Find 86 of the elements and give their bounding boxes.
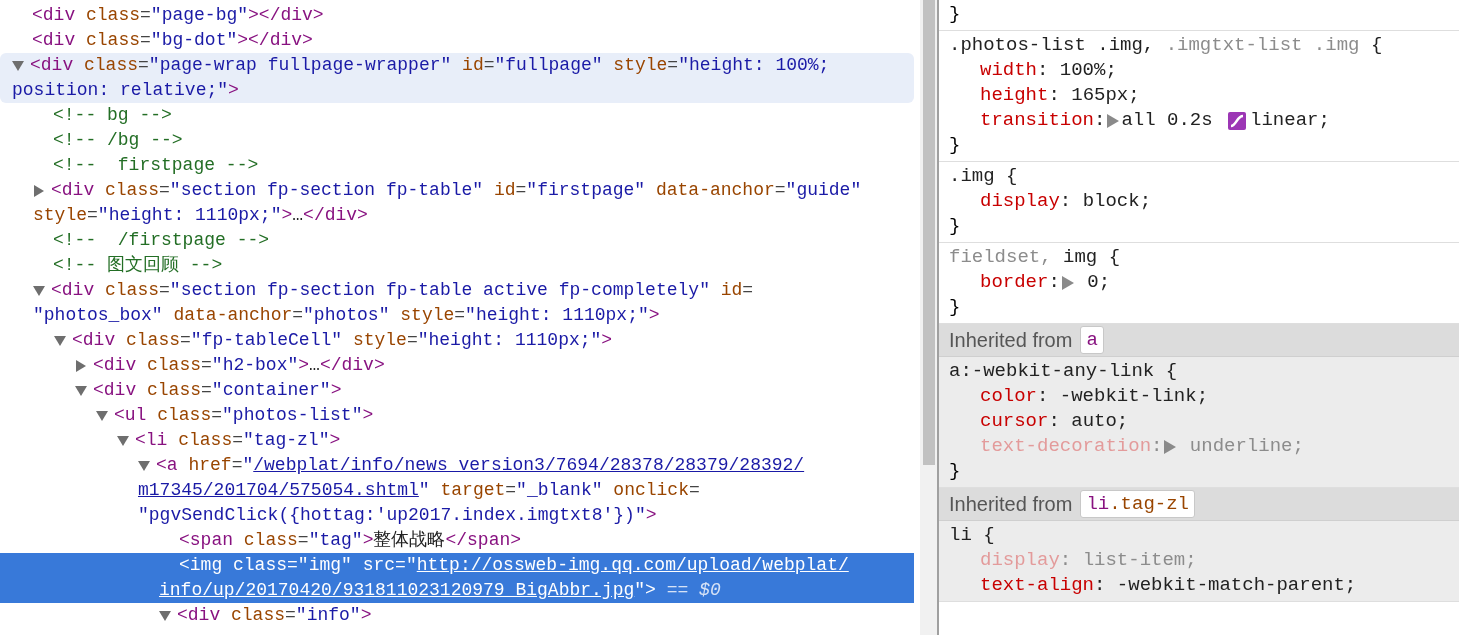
code-line: <div class="container"> [93,379,342,402]
property-name[interactable]: width [980,58,1037,83]
triangle-down-icon[interactable] [159,609,171,622]
scrollbar[interactable] [920,0,937,635]
triangle-right-icon[interactable] [33,184,45,197]
element-badge[interactable]: a [1080,326,1104,354]
css-selector: { [1369,33,1383,58]
property-name[interactable]: color [980,384,1037,409]
property-value: : 165px; [1048,83,1140,108]
property-value: : [1048,270,1060,295]
link[interactable]: m17345/201704/575054.shtml [138,480,419,500]
code-line: <ul class="photos-list"> [114,404,374,427]
inherited-label: Inherited from [949,491,1073,517]
triangle-down-icon[interactable] [138,459,150,472]
row-highlight[interactable]: <div class="page-wrap fullpage-wrapper" id="fullpage" style="height: 100%; position: relative;"> [0,53,914,103]
triangle-right-icon[interactable] [1107,113,1120,128]
inherited-label: Inherited from [949,327,1073,353]
code-line: <div class="h2-box">…</div> [93,354,385,377]
code-line: "photos_box" data-anchor="photos" style="height: 1110px;"> [33,304,660,327]
css-selector: a:-webkit-any-link { [949,359,1178,384]
link[interactable]: info/up/20170420/931811023120979_BigAbbr.jpg [159,580,635,600]
code-line: <div class="info"> [177,604,372,627]
code-line: <!-- /firstpage --> [53,229,270,252]
triangle-down-icon[interactable] [54,334,66,347]
property-value: underline; [1188,434,1304,459]
css-selector: .imgtxt-list .img [1165,33,1360,58]
code-line: <a href="/webplat/info/news_version3/7694/28378/28379/28392/ [156,454,805,477]
code-line: "pgvSendClick({hottag:'up2017.index.imgtxt8'})"> [138,504,657,527]
property-name[interactable]: height [980,83,1049,108]
code-line: <img class="img" src="http://ossweb-img.qq.com/upload/webplat/ [179,554,849,577]
code-line: m17345/201704/575054.shtml" target="_blank" onclick= [138,479,700,502]
property-value: 0; [1086,270,1111,295]
triangle-right-icon[interactable] [75,359,87,372]
code-line: style="height: 1110px;">…</div> [33,204,368,227]
triangle-down-icon[interactable] [96,409,108,422]
code-line: <!-- firstpage --> [53,154,259,177]
triangle-down-icon[interactable] [117,434,129,447]
triangle-right-icon[interactable] [1061,275,1074,290]
link[interactable]: http://ossweb-img.qq.com/upload/webplat/ [416,555,849,575]
triangle-right-icon[interactable] [1164,439,1177,454]
code-line: <div class="section fp-section fp-table active fp-completely" id= [51,279,754,302]
property-value: : auto; [1048,409,1129,434]
property-value: : -webkit-match-parent; [1094,573,1357,598]
easing-curve-icon[interactable] [1228,111,1247,130]
code-line: position: relative;"> [12,79,239,102]
property-value: : list-item; [1059,548,1197,573]
property-value: : [1094,108,1106,133]
property-value: : 100%; [1037,58,1117,83]
triangle-down-icon[interactable] [75,384,87,397]
row-highlight[interactable]: <img class="img" src="http://ossweb-img.qq.com/upload/webplat/ info/up/20170420/931811023120979_BigAbbr.jpg"> == $0 [0,553,914,603]
code-line: <!-- /bg --> [53,129,183,152]
property-name[interactable]: display [980,189,1060,214]
css-selector: .img { [949,164,1018,189]
css-selector: .photos-list .img, [949,33,1156,58]
triangle-down-icon[interactable] [12,59,24,72]
code-line: <span class="tag">整体战略</span> [179,529,522,552]
property-value: : -webkit-link; [1037,384,1209,409]
closing-brace: } [949,214,961,239]
code-line: <div class="fp-tableCell" style="height: 1110px;"> [72,329,613,352]
closing-brace: } [949,295,961,320]
property-value: linear; [1250,108,1330,133]
css-selector: fieldset, [949,245,1053,270]
closing-brace: } [949,2,961,27]
property-value: : block; [1059,189,1152,214]
code-line: <div class="page-wrap fullpage-wrapper" id="fullpage" style="height: 100%; [30,54,830,77]
code-line: <div class="page-bg"></div> [32,4,324,27]
property-value: all 0.2s [1121,108,1214,133]
css-selector: li { [949,523,995,548]
css-selector: img { [1063,245,1121,270]
closing-brace: } [949,459,961,484]
code-line: <!-- 图文回顾 --> [53,254,223,277]
scrollbar-thumb[interactable] [922,0,935,465]
code-line: <li class="tag-zl"> [135,429,341,452]
property-name[interactable]: cursor [980,409,1049,434]
property-name[interactable]: text-align [980,573,1095,598]
code-line: <div class="section fp-section fp-table" id="firstpage" data-anchor="guide" [51,179,862,202]
code-line: <!-- bg --> [53,104,172,127]
property-name[interactable]: transition [980,108,1095,133]
closing-brace: } [949,133,961,158]
property-name[interactable]: border [980,270,1049,295]
triangle-down-icon[interactable] [33,284,45,297]
code-line: info/up/20170420/931811023120979_BigAbbr.jpg"> == $0 [159,579,721,602]
code-line: <div class="bg-dot"></div> [32,29,313,52]
element-badge[interactable]: li.tag-zl [1080,490,1196,518]
property-value: : [1151,434,1163,459]
link[interactable]: /webplat/info/news_version3/7694/28378/28379/28392/ [253,455,805,475]
